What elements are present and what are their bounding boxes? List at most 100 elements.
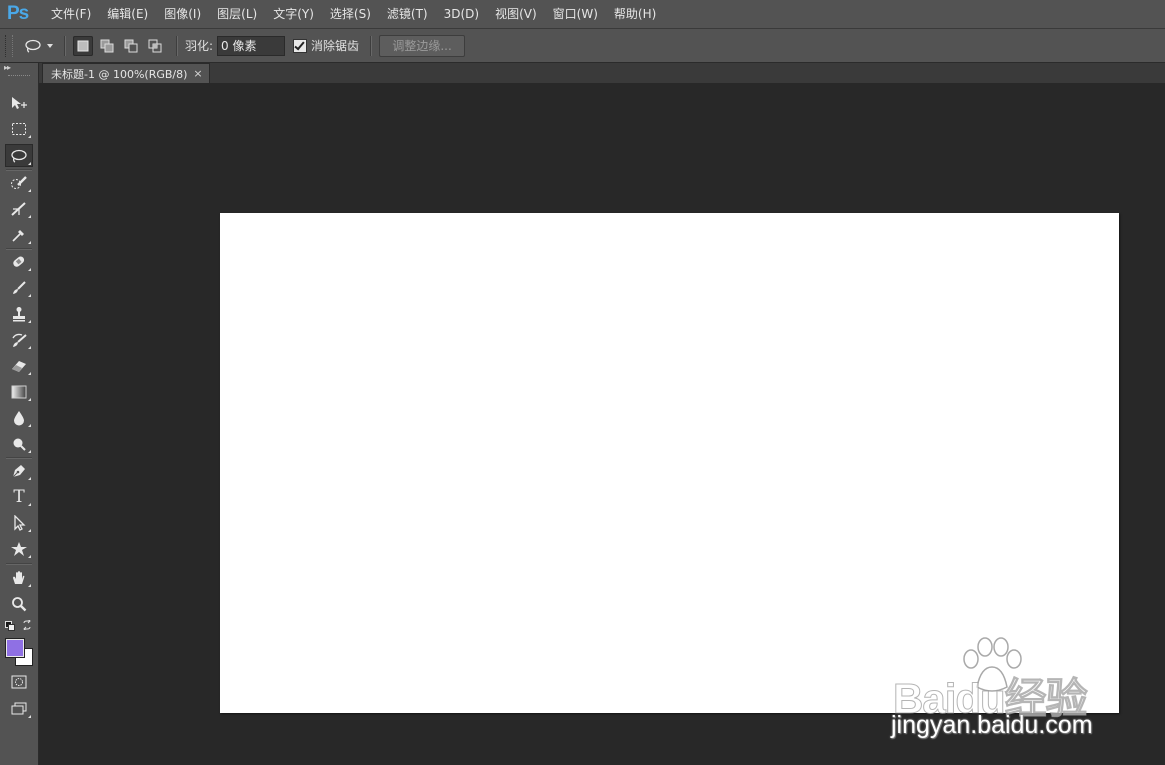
- tool-flyout-indicator: [28, 555, 31, 558]
- move-tool[interactable]: [5, 91, 33, 114]
- eraser-icon: [12, 360, 26, 372]
- tool-flyout-indicator: [28, 715, 31, 718]
- antialias-label: 消除锯齿: [311, 39, 360, 53]
- menu-window[interactable]: 窗口(W): [545, 0, 606, 28]
- default-colors-icon[interactable]: [5, 621, 15, 631]
- zoom-tool[interactable]: [5, 592, 33, 615]
- bandage-icon: [13, 256, 25, 267]
- collapse-panel-icon[interactable]: ▸▸: [4, 63, 11, 72]
- add-to-selection-icon: [100, 39, 114, 52]
- tool-flyout-indicator: [28, 529, 31, 532]
- hand-tool[interactable]: [5, 566, 33, 589]
- path-selection-icon: [14, 514, 26, 531]
- divider: [64, 35, 66, 56]
- crop-tool[interactable]: [5, 197, 33, 220]
- tools-panel-grip[interactable]: [8, 75, 30, 79]
- stamp-icon: [13, 306, 25, 321]
- screen-mode-button[interactable]: [5, 697, 33, 720]
- tool-flyout-indicator: [28, 268, 31, 271]
- tool-flyout-indicator: [28, 584, 31, 587]
- history-brush-tool[interactable]: [5, 328, 33, 351]
- menu-3d[interactable]: 3D(D): [436, 0, 487, 28]
- options-bar: 羽化: 消除锯齿 调整边缘...: [0, 29, 1165, 63]
- swap-colors-icon[interactable]: [22, 620, 32, 630]
- shape-icon: [11, 541, 27, 556]
- intersect-selection-icon: [148, 39, 162, 52]
- eyedropper-tool[interactable]: [5, 223, 33, 246]
- quick-selection-icon: [11, 175, 27, 189]
- custom-shape-tool[interactable]: [5, 537, 33, 560]
- quick-mask-button[interactable]: [5, 670, 33, 693]
- tool-flyout-indicator: [28, 503, 31, 506]
- intersect-selection-button[interactable]: [145, 36, 165, 56]
- tool-flyout-indicator: [28, 162, 31, 165]
- divider: [6, 563, 32, 565]
- document-tab-bar: 未标题-1 @ 100%(RGB/8) ×: [39, 63, 1165, 83]
- pen-icon: [12, 464, 25, 477]
- gradient-tool[interactable]: [5, 380, 33, 403]
- brush-tool[interactable]: [5, 276, 33, 299]
- quick-selection-tool[interactable]: [5, 171, 33, 194]
- tool-flyout-indicator: [28, 215, 31, 218]
- eraser-tool[interactable]: [5, 354, 33, 377]
- blur-tool[interactable]: [5, 406, 33, 429]
- menu-type[interactable]: 文字(Y): [265, 0, 322, 28]
- tools-panel-header: ▸▸: [0, 63, 38, 73]
- droplet-icon: [14, 410, 24, 425]
- eyedropper-icon: [12, 229, 24, 242]
- watermark-url: jingyan.baidu.com: [891, 711, 1093, 739]
- foreground-color-swatch[interactable]: [6, 639, 24, 657]
- menu-view[interactable]: 视图(V): [487, 0, 545, 28]
- tool-flyout-indicator: [28, 450, 31, 453]
- close-icon[interactable]: ×: [193, 67, 202, 80]
- menu-file[interactable]: 文件(F): [43, 0, 99, 28]
- menu-bar: Ps 文件(F) 编辑(E) 图像(I) 图层(L) 文字(Y) 选择(S) 滤…: [0, 0, 1165, 29]
- clone-stamp-tool[interactable]: [5, 302, 33, 325]
- screen-mode-icon: [11, 702, 27, 714]
- dodge-tool[interactable]: [5, 432, 33, 455]
- divider: [370, 35, 373, 56]
- menu-layer[interactable]: 图层(L): [209, 0, 265, 28]
- options-bar-grip[interactable]: [5, 34, 13, 57]
- tool-flyout-indicator: [28, 189, 31, 192]
- divider: [176, 35, 178, 56]
- rectangular-marquee-tool[interactable]: [5, 117, 33, 140]
- brush-icon: [13, 280, 26, 294]
- add-to-selection-button[interactable]: [97, 36, 117, 56]
- type-icon: T: [13, 486, 25, 507]
- feather-input[interactable]: [217, 35, 286, 56]
- tool-preset-picker[interactable]: [23, 38, 57, 54]
- tools-panel: ▸▸ T: [0, 63, 39, 765]
- type-tool[interactable]: T: [5, 485, 33, 508]
- crop-icon: [11, 201, 26, 216]
- subtract-from-selection-button[interactable]: [121, 36, 141, 56]
- new-selection-button[interactable]: [73, 35, 93, 56]
- spot-healing-brush-tool[interactable]: [5, 250, 33, 273]
- tool-flyout-indicator: [28, 241, 31, 244]
- menu-filter[interactable]: 滤镜(T): [379, 0, 436, 28]
- lasso-tool[interactable]: [5, 144, 33, 167]
- quick-mask-icon: [11, 675, 27, 688]
- rectangular-marquee-icon: [12, 122, 26, 135]
- feather-label: 羽化:: [185, 39, 214, 53]
- tool-flyout-indicator: [28, 398, 31, 401]
- photoshop-logo: Ps: [7, 3, 29, 24]
- refine-edge-button[interactable]: 调整边缘...: [379, 34, 466, 57]
- chevron-down-icon: [47, 43, 53, 48]
- lasso-icon: [25, 39, 41, 53]
- lasso-icon: [11, 149, 27, 163]
- menu-image[interactable]: 图像(I): [156, 0, 209, 28]
- move-icon: [12, 96, 27, 109]
- menu-help[interactable]: 帮助(H): [606, 0, 664, 28]
- document-tab[interactable]: 未标题-1 @ 100%(RGB/8) ×: [42, 63, 210, 83]
- path-selection-tool[interactable]: [5, 511, 33, 534]
- antialias-checkbox[interactable]: [293, 38, 308, 53]
- pen-tool[interactable]: [5, 459, 33, 482]
- baidu-watermark: Baidu经验 jingyan.baidu.com: [885, 635, 1125, 745]
- tool-flyout-indicator: [28, 135, 31, 138]
- tool-flyout-indicator: [28, 477, 31, 480]
- menu-edit[interactable]: 编辑(E): [99, 0, 156, 28]
- tool-flyout-indicator: [28, 294, 31, 297]
- menu-select[interactable]: 选择(S): [322, 0, 379, 28]
- history-brush-icon: [12, 333, 27, 347]
